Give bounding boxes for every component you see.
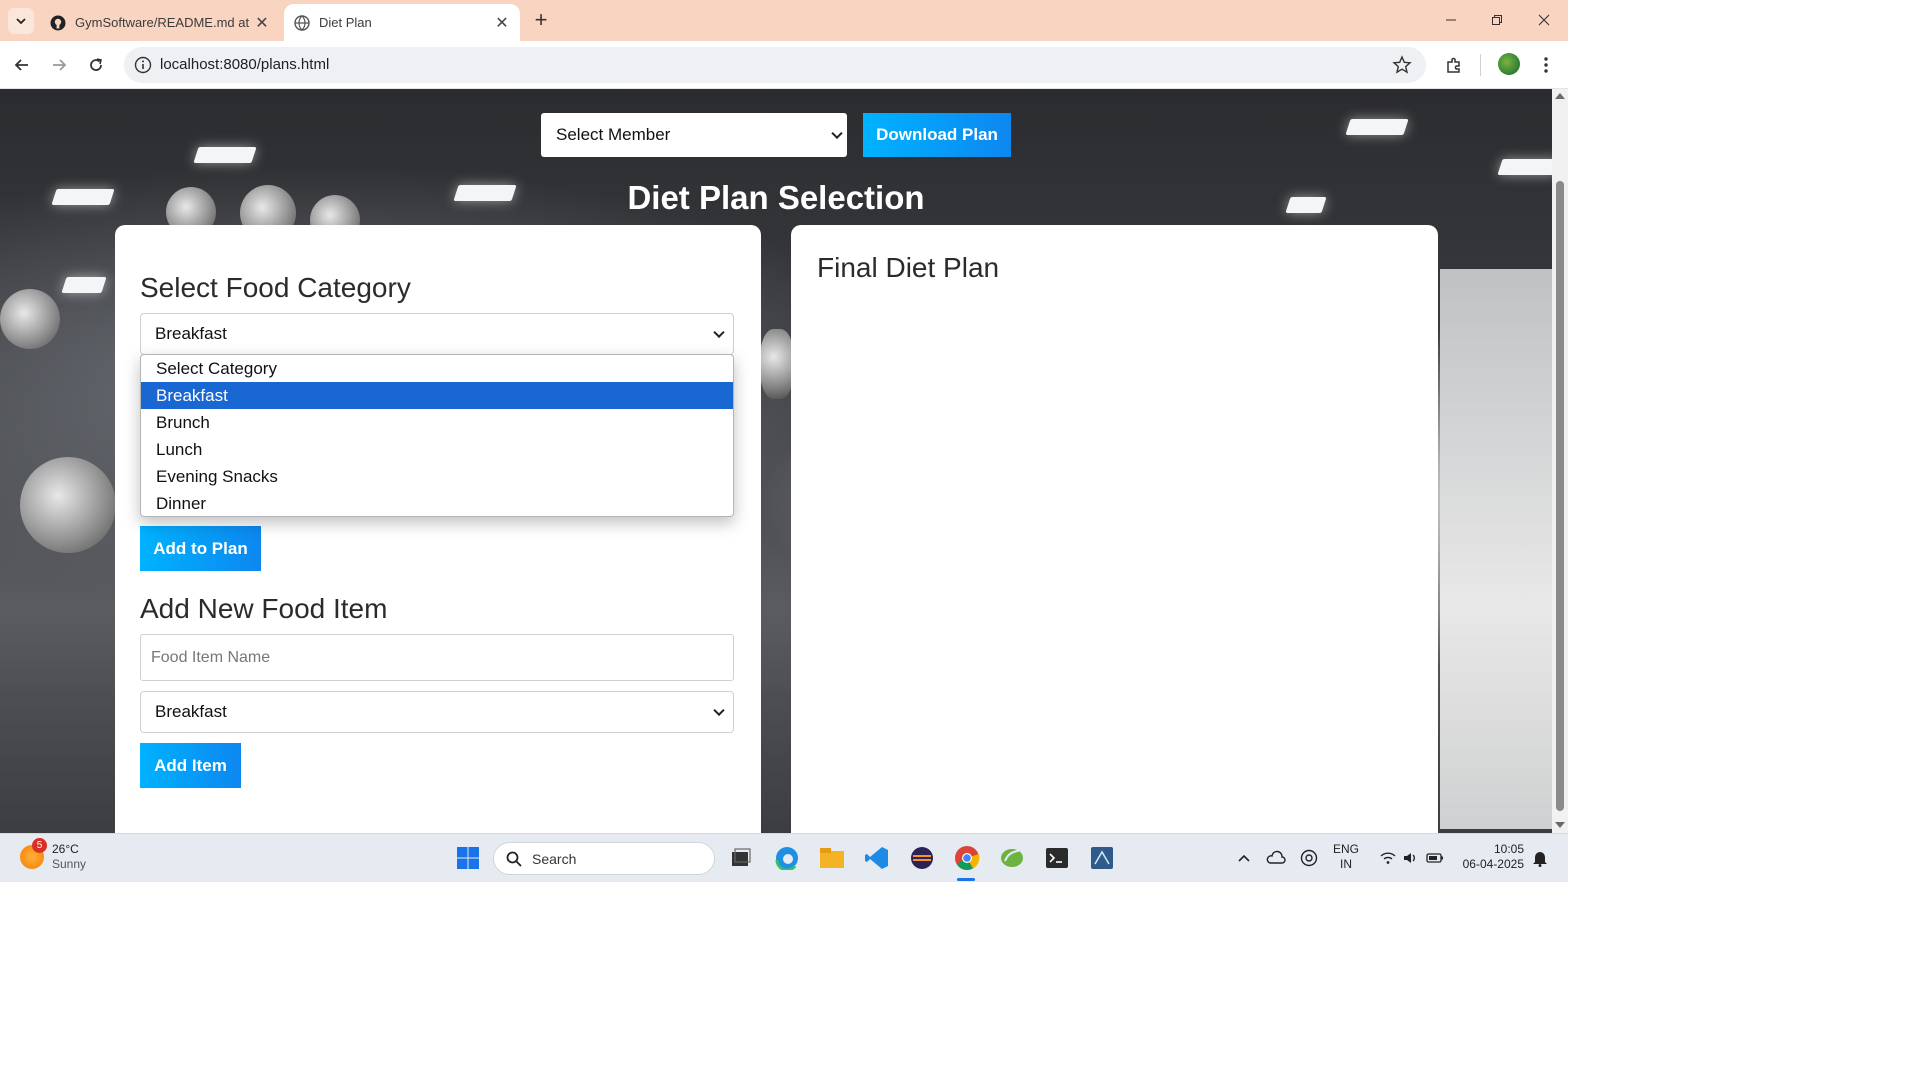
task-view-icon[interactable] bbox=[727, 844, 755, 872]
region-code: IN bbox=[1340, 857, 1352, 871]
add-to-plan-button[interactable]: Add to Plan bbox=[140, 526, 261, 571]
tab-diet-plan[interactable]: Diet Plan ✕ bbox=[284, 4, 520, 41]
browser-toolbar: localhost:8080/plans.html bbox=[0, 41, 1568, 89]
menu-icon[interactable] bbox=[1534, 53, 1558, 77]
add-new-food-item-heading: Add New Food Item bbox=[140, 593, 388, 624]
plus-icon[interactable]: + bbox=[530, 9, 552, 32]
onedrive-icon[interactable] bbox=[1262, 844, 1290, 872]
chevron-down-icon bbox=[831, 127, 843, 140]
terminal-icon[interactable] bbox=[1043, 844, 1071, 872]
page-viewport: Select Member Download Plan Diet Plan Se… bbox=[0, 89, 1552, 833]
tab-github[interactable]: GymSoftware/README.md at m ✕ bbox=[40, 4, 280, 41]
search-icon bbox=[506, 851, 522, 867]
app-icon[interactable] bbox=[1088, 844, 1116, 872]
extensions-icon[interactable] bbox=[1442, 53, 1466, 77]
close-icon[interactable]: ✕ bbox=[252, 13, 272, 33]
tab-search-icon[interactable] bbox=[8, 8, 34, 34]
dumbbell bbox=[0, 289, 60, 349]
notification-badge: 5 bbox=[32, 838, 47, 853]
taskbar-search[interactable]: Search bbox=[493, 842, 715, 875]
language-code: ENG bbox=[1333, 842, 1360, 856]
member-select[interactable]: Select Member bbox=[541, 113, 847, 157]
add-item-button[interactable]: Add Item bbox=[140, 743, 241, 788]
food-item-name-input[interactable] bbox=[140, 634, 734, 681]
tab-title: GymSoftware/README.md at m bbox=[75, 15, 252, 30]
eclipse-icon[interactable] bbox=[908, 844, 936, 872]
clock-time: 10:05 bbox=[1493, 842, 1524, 856]
scroll-down-icon[interactable] bbox=[1555, 822, 1565, 828]
gym-window-wall bbox=[1440, 269, 1552, 829]
search-label: Search bbox=[532, 850, 577, 867]
chevron-up-icon[interactable] bbox=[1230, 844, 1258, 872]
ceiling-light bbox=[193, 147, 257, 163]
food-category-select[interactable]: Breakfast bbox=[140, 313, 734, 355]
browser-tab-bar: GymSoftware/README.md at m ✕ Diet Plan ✕… bbox=[0, 0, 1568, 41]
forward-icon[interactable] bbox=[47, 53, 71, 77]
new-item-category-value: Breakfast bbox=[155, 702, 227, 721]
close-icon[interactable] bbox=[1529, 8, 1559, 32]
profile-avatar[interactable] bbox=[1498, 53, 1520, 75]
page-title: Diet Plan Selection bbox=[627, 179, 925, 216]
download-plan-button[interactable]: Download Plan bbox=[863, 113, 1011, 157]
scrollbar-thumb[interactable] bbox=[1556, 181, 1564, 811]
info-icon[interactable] bbox=[134, 56, 152, 74]
chrome-icon[interactable] bbox=[953, 844, 981, 872]
ceiling-light bbox=[61, 277, 107, 293]
food-category-value: Breakfast bbox=[155, 324, 227, 343]
reload-icon[interactable] bbox=[84, 53, 108, 77]
globe-icon bbox=[294, 14, 310, 31]
language-indicator[interactable]: ENG IN bbox=[1333, 842, 1359, 872]
new-item-category-select[interactable]: Breakfast bbox=[140, 691, 734, 733]
active-app-indicator bbox=[957, 878, 975, 881]
category-dropdown-list: Select Category Breakfast Brunch Lunch E… bbox=[140, 354, 734, 517]
clock[interactable]: 10:05 06-04-2025 bbox=[1460, 842, 1524, 872]
sun-icon: 5 bbox=[20, 838, 47, 869]
dropdown-option-selected[interactable]: Breakfast bbox=[141, 382, 733, 409]
close-icon[interactable]: ✕ bbox=[492, 13, 512, 33]
weather-temp: 26°C bbox=[52, 842, 79, 856]
springtools-icon[interactable] bbox=[998, 844, 1026, 872]
weather-condition: Sunny bbox=[52, 857, 87, 871]
minimize-icon[interactable] bbox=[1436, 8, 1466, 32]
food-selection-card: Select Food Category Breakfast Select Ca… bbox=[115, 225, 761, 833]
windows-start-icon[interactable] bbox=[454, 844, 482, 872]
final-diet-plan-heading: Final Diet Plan bbox=[817, 252, 1000, 283]
windows-taskbar: 5 26°C Sunny Search ENG IN 10:05 06-04-2… bbox=[0, 833, 1568, 882]
edge-icon[interactable] bbox=[773, 844, 801, 872]
page-scrollbar[interactable] bbox=[1552, 89, 1568, 833]
github-icon bbox=[50, 15, 66, 31]
address-bar[interactable]: localhost:8080/plans.html bbox=[124, 47, 1426, 83]
chevron-down-icon bbox=[713, 704, 725, 717]
final-diet-plan-card: Final Diet Plan bbox=[791, 225, 1438, 833]
dropdown-option[interactable]: Lunch bbox=[141, 436, 733, 463]
back-icon[interactable] bbox=[10, 53, 34, 77]
dumbbell bbox=[760, 329, 794, 399]
vscode-icon[interactable] bbox=[863, 844, 891, 872]
toolbar-divider bbox=[1480, 54, 1481, 76]
chevron-down-icon bbox=[713, 326, 725, 339]
scroll-up-icon[interactable] bbox=[1555, 93, 1565, 99]
ceiling-light bbox=[1345, 119, 1409, 135]
select-food-category-heading: Select Food Category bbox=[140, 272, 411, 303]
restore-icon[interactable] bbox=[1482, 8, 1512, 32]
volume-icon[interactable] bbox=[1396, 844, 1424, 872]
star-icon[interactable] bbox=[1392, 55, 1412, 75]
tab-title: Diet Plan bbox=[319, 15, 372, 30]
top-controls: Select Member Download Plan bbox=[541, 113, 1011, 157]
notifications-icon[interactable] bbox=[1526, 844, 1554, 872]
battery-icon[interactable] bbox=[1421, 844, 1449, 872]
clock-date: 06-04-2025 bbox=[1462, 857, 1524, 871]
dropdown-option[interactable]: Select Category bbox=[141, 355, 733, 382]
dropdown-option[interactable]: Dinner bbox=[141, 490, 733, 516]
network-settings-icon[interactable] bbox=[1295, 844, 1323, 872]
url-text: localhost:8080/plans.html bbox=[160, 56, 330, 73]
dropdown-option[interactable]: Evening Snacks bbox=[141, 463, 733, 490]
ceiling-light bbox=[1497, 159, 1552, 175]
dropdown-option[interactable]: Brunch bbox=[141, 409, 733, 436]
member-select-value: Select Member bbox=[556, 125, 671, 144]
weather-widget[interactable]: 5 26°C Sunny bbox=[20, 838, 87, 872]
dumbbell bbox=[20, 457, 116, 553]
file-explorer-icon[interactable] bbox=[818, 844, 846, 872]
